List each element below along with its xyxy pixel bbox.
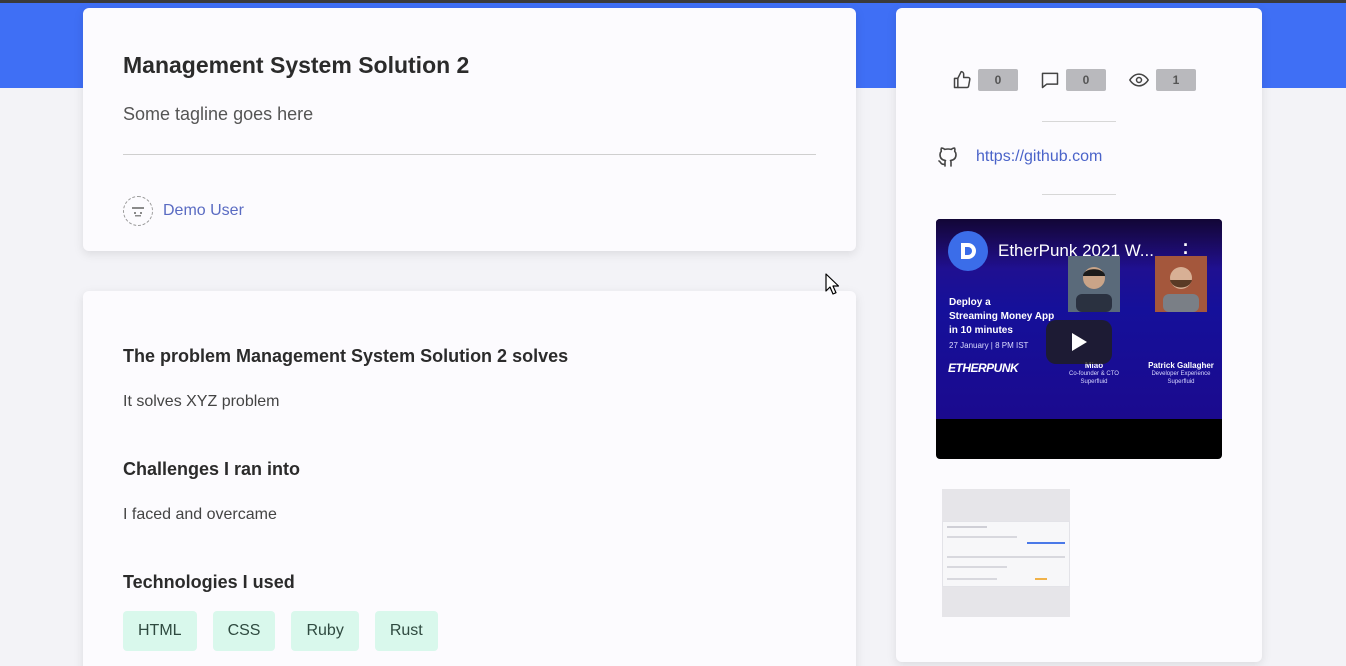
avatar-icon [123,196,153,226]
divider [1042,194,1116,195]
preview-line [947,536,1017,538]
tech-tag[interactable]: Rust [374,611,438,651]
video-embed[interactable]: EtherPunk 2021 W... ··· Deploy a Streami… [936,219,1222,459]
project-details-card: The problem Management System Solution 2… [83,291,856,666]
play-icon [1072,333,1087,351]
comment-button[interactable]: 0 [1040,69,1106,91]
github-link-row[interactable]: https://github.com [936,145,1102,169]
preview-line [1027,542,1065,544]
author-name[interactable]: Demo User [163,202,244,220]
eye-icon [1128,73,1150,87]
project-title: Management System Solution 2 [123,52,470,78]
views-stat[interactable]: 1 [1128,69,1196,91]
preview-line [947,566,1007,568]
view-count: 1 [1156,69,1196,91]
github-url-link[interactable]: https://github.com [976,148,1102,166]
speaker-role: Developer Experience [1151,371,1211,377]
challenges-heading: Challenges I ran into [123,459,301,479]
speaker-role: Co-founder & CTO [1069,371,1119,377]
speaker-name: Patrick Gallagher [1148,361,1214,370]
divider [1042,121,1116,122]
project-tagline: Some tagline goes here [123,104,314,124]
like-button[interactable]: 0 [952,69,1018,91]
speaker-org: Superfluid [1167,379,1195,385]
speaker-org: Superfluid [1080,379,1108,385]
slide-line: in 10 minutes [949,325,1013,336]
tech-tag[interactable]: Ruby [291,611,359,651]
preview-line [947,526,987,528]
speaker-photo [1155,256,1207,312]
event-logo: ETHERPUNK [948,361,1019,375]
divider [123,154,816,155]
comment-count: 0 [1066,69,1106,91]
problem-heading: The problem Management System Solution 2… [123,346,569,366]
author-link[interactable]: Demo User [123,196,244,226]
slide-line: Deploy a [949,297,991,308]
video-thumbnail: EtherPunk 2021 W... ··· Deploy a Streami… [936,219,1222,419]
comment-icon [1041,72,1059,89]
github-icon [938,147,957,167]
technology-tags: HTML CSS Ruby Rust [123,611,438,651]
like-count: 0 [978,69,1018,91]
speaker-info: Patrick Gallagher Developer Experience S… [1141,361,1221,386]
challenges-text: I faced and overcame [123,506,277,523]
slide-heading: Deploy a Streaming Money App in 10 minut… [949,296,1054,338]
screenshot-preview [942,521,1070,587]
event-date: 27 January | 8 PM IST [949,341,1029,350]
screenshot-thumbnail[interactable] [942,489,1070,617]
tech-tag[interactable]: HTML [123,611,197,651]
play-button[interactable] [1046,320,1112,364]
channel-logo-icon[interactable] [948,231,988,271]
speaker-photo [1068,256,1120,312]
preview-line [1035,578,1047,580]
preview-line [947,578,997,580]
technologies-heading: Technologies I used [123,572,295,592]
problem-text: It solves XYZ problem [123,393,280,410]
project-sidebar-card: 0 0 1 https://github.com EtherPunk 2021 … [896,8,1262,662]
slide-line: Streaming Money App [949,311,1055,322]
project-header-card: Management System Solution 2 Some taglin… [83,8,856,251]
speaker-info: Miao Co-founder & CTO Superfluid [1064,361,1124,386]
preview-line [947,556,1065,558]
engagement-stats: 0 0 1 [952,69,1196,91]
thumbs-up-icon [953,70,971,89]
tech-tag[interactable]: CSS [212,611,276,651]
mouse-cursor-icon [825,273,839,295]
